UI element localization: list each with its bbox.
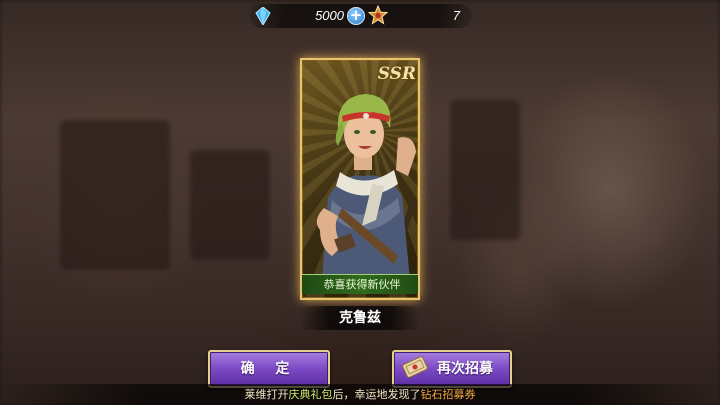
congrats-banner: 恭喜获得新伙伴 bbox=[302, 274, 418, 294]
star-medal-icon bbox=[368, 5, 388, 25]
add-gems-button[interactable]: + bbox=[347, 7, 365, 25]
gem-count: 5000 bbox=[315, 8, 344, 23]
star-count: 7 bbox=[452, 8, 460, 23]
confirm-button[interactable]: 确 定 bbox=[208, 350, 330, 388]
notice-item-name: 钻石招募券 bbox=[420, 388, 476, 401]
character-name: 克鲁兹 bbox=[300, 306, 420, 330]
rarity-badge: SSR bbox=[377, 64, 416, 84]
notice-text-2: 后，幸运地发现了 bbox=[332, 388, 421, 401]
broadcast-notice: 莱维打开庆典礼包后，幸运地发现了钻石招募券 bbox=[0, 384, 720, 405]
character-card[interactable]: SSR 恭喜获得新伙伴 bbox=[300, 58, 420, 300]
notice-text-1: 打开 bbox=[266, 388, 289, 401]
recruit-ticket-icon bbox=[402, 356, 428, 378]
blue-crystal-icon bbox=[255, 7, 271, 25]
notice-pack-name: 庆典礼包 bbox=[288, 388, 333, 401]
notice-player-name: 莱维 bbox=[244, 388, 267, 401]
character-portrait bbox=[316, 94, 417, 280]
